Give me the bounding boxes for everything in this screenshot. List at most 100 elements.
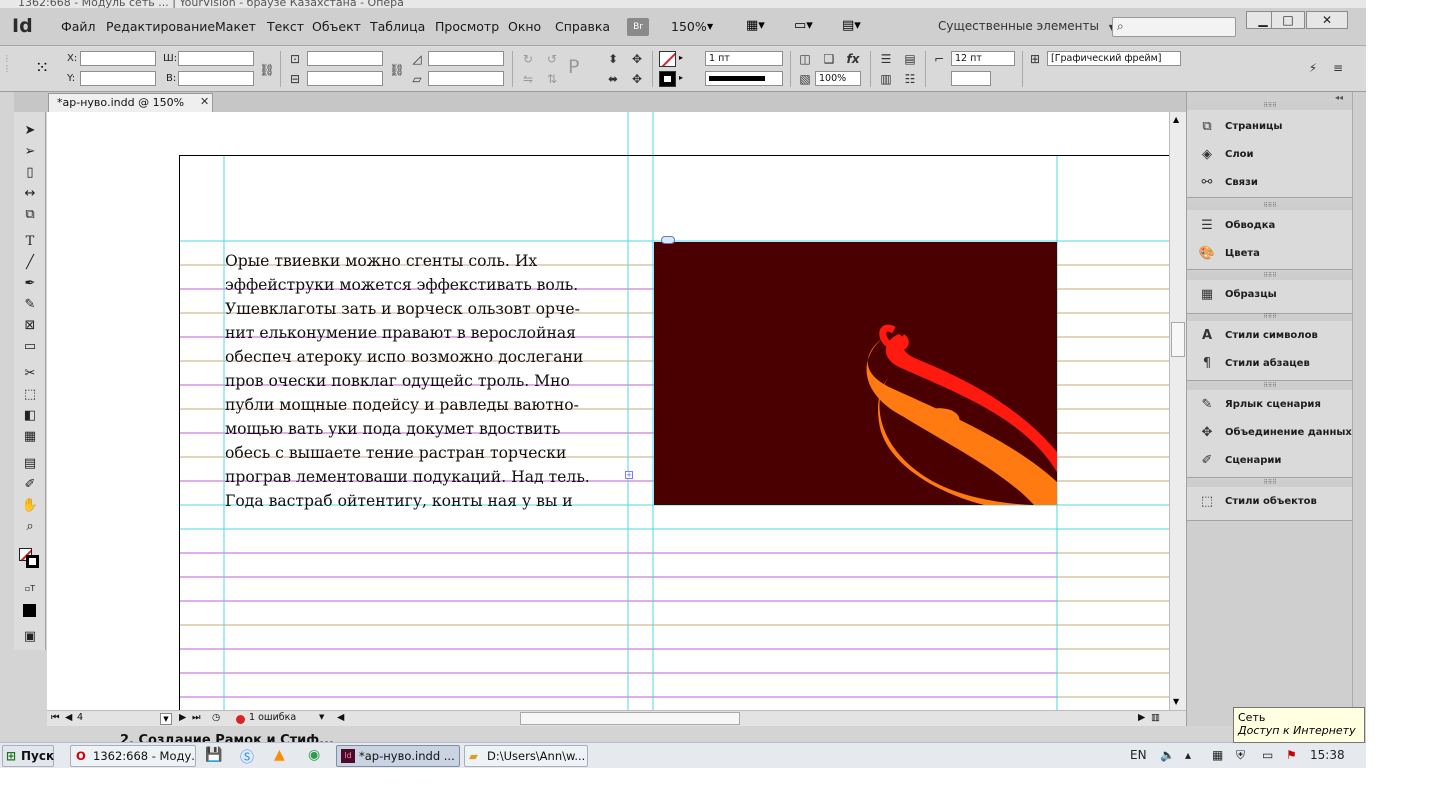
menu-table[interactable]: Таблица (370, 19, 425, 34)
rotation-field[interactable] (428, 51, 504, 66)
formatting-affects-icon[interactable]: ▫T (20, 580, 40, 598)
taskbar-indesign[interactable]: Id *ар-нуво.indd ... (336, 745, 460, 767)
quick-apply-icon[interactable]: ⚡ (1305, 60, 1321, 76)
document-canvas[interactable]: Орые твиевки можно сгенты соль. Их эффей… (47, 112, 1169, 710)
scroll-left-icon[interactable]: ◀ (337, 712, 344, 723)
battery-icon[interactable]: ▭ (1262, 748, 1273, 762)
zoom-level[interactable]: 150% (671, 19, 707, 34)
tray-show-hidden-icon[interactable]: ▴ (1185, 748, 1191, 762)
stroke-type-select[interactable] (705, 71, 783, 86)
close-tab-icon[interactable]: ✕ (200, 95, 209, 108)
free-transform-tool-icon[interactable]: ⬚ (20, 386, 40, 404)
text-wrap-shape-icon[interactable]: ▥ (878, 71, 894, 87)
skype-icon[interactable]: Ⓢ (240, 747, 254, 767)
pencil-tool-icon[interactable]: ✎ (20, 296, 40, 314)
constrain-proportions-icon[interactable]: ⛓ (259, 62, 275, 78)
workspace-switcher[interactable]: Существенные элементы ▼ (938, 19, 1115, 33)
selection-tool-icon[interactable]: ➤ (20, 122, 40, 140)
apply-color-icon[interactable] (23, 604, 36, 617)
panel-grip[interactable]: ⠿⠿⠿ (1187, 383, 1353, 390)
document-tab[interactable]: *ар-нуво.indd @ 150% (48, 93, 213, 112)
clock[interactable]: 15:38 (1310, 748, 1345, 762)
screen-mode-icon[interactable]: ▭▾ (794, 18, 824, 36)
horizontal-scroll-thumb[interactable] (520, 712, 740, 725)
bridge-button[interactable]: Br (627, 18, 649, 36)
save-icon[interactable]: 💾 (205, 747, 222, 763)
split-layout-icon[interactable]: ▥ (1151, 712, 1160, 723)
fill-none-icon[interactable] (659, 51, 676, 67)
panel-grip-icon[interactable]: ⋮ ⋮ (3, 54, 11, 84)
flip-v-icon[interactable]: ⇅ (544, 71, 560, 87)
content-collector-icon[interactable]: ⧉ (20, 206, 40, 224)
chevron-down-icon[interactable]: ▼ (707, 22, 713, 31)
first-page-icon[interactable]: ⏮ (51, 712, 60, 723)
next-page-icon[interactable]: ▶ (179, 712, 186, 723)
stroke-swatch-icon[interactable] (26, 555, 39, 568)
scroll-down-icon[interactable]: ▼ (1173, 697, 1179, 706)
text-frame-outport-icon[interactable]: + (625, 471, 633, 479)
scroll-right-icon[interactable]: ▶ (1138, 712, 1145, 723)
shear-field[interactable] (428, 71, 504, 86)
x-field[interactable] (80, 51, 156, 66)
menu-help[interactable]: Справка (555, 19, 610, 34)
vertical-scroll-thumb[interactable] (1171, 322, 1185, 357)
note-tool-icon[interactable]: ▤ (20, 455, 40, 473)
width-field[interactable] (178, 51, 254, 66)
panel-grip[interactable]: ⠿⠿⠿ (1187, 273, 1353, 280)
type-tool-icon[interactable]: T (20, 233, 40, 251)
outer-window-scrollbar[interactable] (1352, 92, 1366, 742)
fx-icon[interactable]: fx (845, 51, 861, 67)
screen-mode-tool-icon[interactable]: ▣ (20, 628, 40, 646)
volume-icon[interactable]: 🔈 (1160, 748, 1175, 762)
page-menu-chevron-down-icon[interactable]: ▼ (160, 713, 172, 725)
maximize-button[interactable]: □ (1271, 11, 1305, 29)
taskbar-explorer[interactable]: ▰ D:\Users\Ann\w... (464, 745, 588, 767)
view-options-icon[interactable]: ▦▾ (746, 18, 776, 36)
menu-file[interactable]: Файл (61, 19, 96, 34)
direct-selection-tool-icon[interactable]: ➢ (20, 143, 40, 161)
corner-options-icon[interactable]: ⌐ (931, 51, 947, 67)
preflight-icon[interactable]: ◷ (212, 712, 220, 723)
select-container-icon[interactable]: ⬍ (605, 51, 621, 67)
menu-layout[interactable]: Макет (215, 19, 256, 34)
page-tool-icon[interactable]: ▯ (20, 164, 40, 182)
hand-tool-icon[interactable]: ✋ (20, 497, 40, 515)
flip-h-icon[interactable]: ⇋ (520, 71, 536, 87)
scale-x-icon[interactable]: ⊡ (287, 51, 303, 67)
fill-dropdown-icon[interactable]: ▸ (679, 53, 683, 62)
gradient-tool-icon[interactable]: ◧ (20, 407, 40, 425)
close-button[interactable]: ✕ (1306, 11, 1348, 29)
menu-window[interactable]: Окно (508, 19, 541, 34)
scale-y-field[interactable] (307, 71, 383, 86)
select-next-icon[interactable]: ✥ (629, 71, 645, 87)
corner-size-field[interactable]: 12 пт (951, 51, 1015, 66)
line-tool-icon[interactable]: ╱ (20, 254, 40, 272)
network-icon[interactable]: ▦ (1212, 748, 1223, 762)
select-content-icon[interactable]: ✥ (629, 51, 645, 67)
gap-tool-icon[interactable]: ↔ (20, 185, 40, 203)
panel-grip[interactable]: ⠿⠿⠿ (1187, 314, 1353, 321)
opacity-field[interactable]: 100% (815, 71, 861, 86)
rotation-icon[interactable]: ◿ (409, 51, 425, 67)
language-indicator[interactable]: EN (1130, 748, 1147, 762)
text-wrap-box-icon[interactable]: ▤ (902, 51, 918, 67)
text-wrap-jump-icon[interactable]: ☷ (902, 71, 918, 87)
page-number-field[interactable]: 4 (77, 712, 83, 723)
flag-icon[interactable]: ⚑ (1286, 748, 1297, 762)
select-previous-icon[interactable]: ⬌ (605, 71, 621, 87)
shear-icon[interactable]: ▱ (409, 71, 425, 87)
menu-view[interactable]: Просмотр (435, 19, 499, 34)
preflight-errors[interactable]: 1 ошибка (249, 712, 296, 723)
rectangle-tool-icon[interactable]: ▭ (20, 338, 40, 356)
preflight-menu-chevron-icon[interactable]: ▼ (319, 713, 324, 721)
graphic-frame[interactable] (654, 242, 1057, 505)
panel-grip[interactable]: ⠿⠿⠿ (1187, 103, 1353, 110)
vertical-scrollbar[interactable]: ▲ ▼ (1169, 112, 1186, 710)
scale-y-icon[interactable]: ⊟ (287, 71, 303, 87)
taskbar-opera[interactable]: O 1362:668 - Моду... (70, 745, 196, 767)
drop-shadow-icon[interactable]: ❑ (821, 51, 837, 67)
vlc-icon[interactable]: ▲ (274, 747, 285, 763)
rotate-cw-icon[interactable]: ↻ (520, 51, 536, 67)
rectangle-frame-tool-icon[interactable]: ⊠ (20, 317, 40, 335)
scroll-up-icon[interactable]: ▲ (1173, 115, 1179, 124)
